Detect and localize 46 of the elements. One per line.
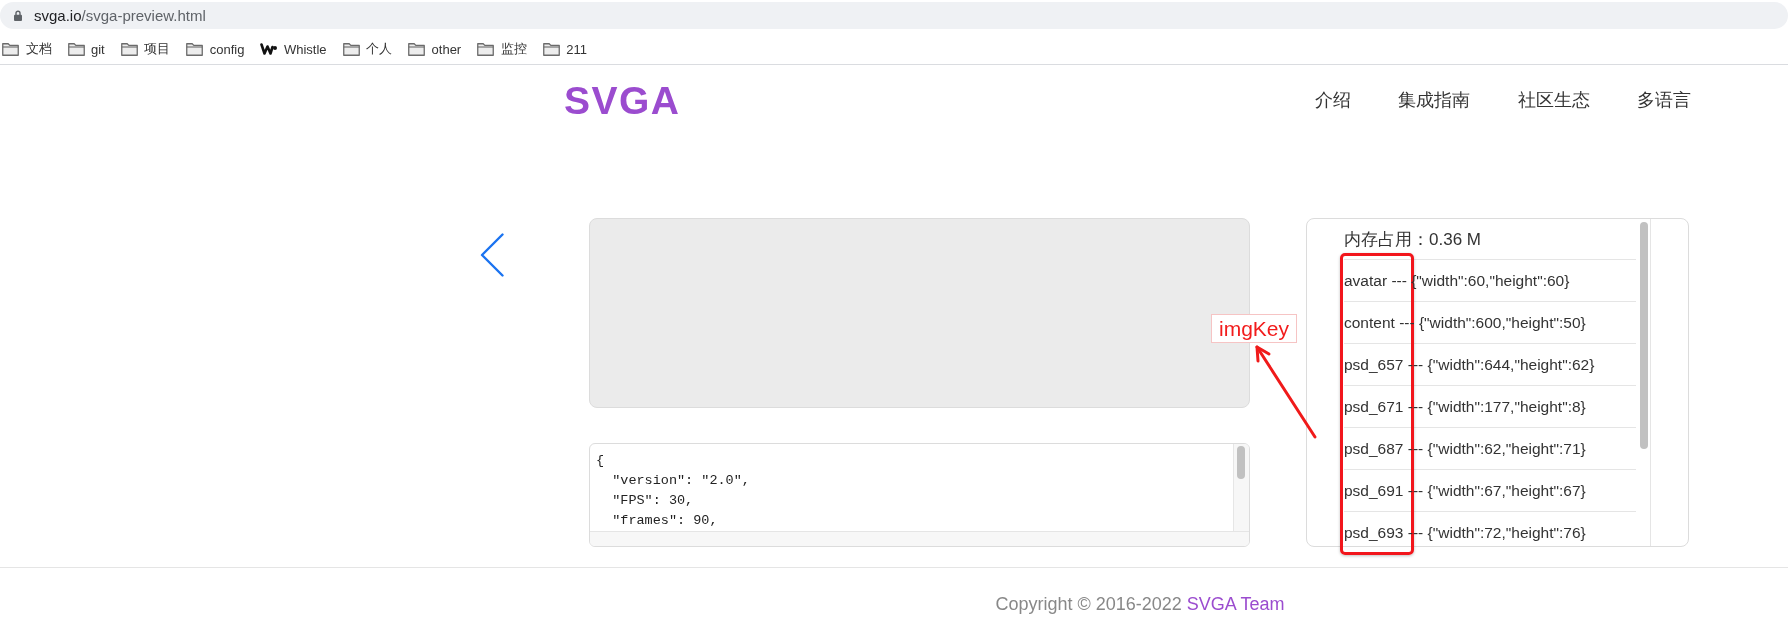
memory-usage-text: 内存占用：0.36 M [1344,228,1481,251]
bookmark-item[interactable]: other [408,41,462,57]
nav-link[interactable]: 社区生态 [1517,88,1590,112]
folder-icon [120,42,138,56]
svga-logo[interactable]: SVGA [564,80,681,120]
code-line: "version": "2.0", [611,472,750,490]
folder-icon [67,42,85,56]
bookmark-item[interactable]: 项目 [120,40,171,58]
bookmark-item[interactable]: 文档 [2,40,52,58]
url-text: svga.io/svga-preview.html [34,7,206,24]
folder-icon [477,42,495,56]
image-size-text: psd_693 --- {"width":72,"height":76} [1344,523,1586,542]
scrollbar-thumb[interactable] [1237,446,1245,479]
json-text-area[interactable]: { "version": "2.0", "FPS": 30, "frames": 90, [589,443,1250,547]
copyright-text: Copyright © 2016-2022 SVGA Team [995,594,1285,614]
code-line: "frames": 90, [611,512,718,530]
bookmark-item[interactable]: git [67,41,105,57]
code-line: "FPS": 30, [611,492,694,510]
scrollbar-track[interactable] [1233,444,1249,531]
chevron-left-icon[interactable] [480,233,504,277]
scrollbar-thumb[interactable] [1640,222,1648,449]
annotation-label: imgKey [1211,314,1298,343]
bookmark-item[interactable]: config [186,41,245,57]
nav-link[interactable]: 介绍 [1315,88,1352,112]
bookmark-item[interactable]: 个人 [342,40,393,58]
image-size-text: content --- {"width":600,"height":50} [1344,313,1586,332]
folder-icon [542,42,560,56]
bookmark-item[interactable]: Whistle [260,41,327,57]
image-size-text: psd_657 --- {"width":644,"height":62} [1344,355,1595,374]
bookmark-item[interactable]: 监控 [477,40,527,58]
folder-icon [342,42,360,56]
image-size-text: psd_691 --- {"width":67,"height":67} [1344,481,1586,500]
folder-icon [408,42,426,56]
scrollbar-track[interactable] [590,531,1249,546]
image-size-text: psd_687 --- {"width":62,"height":71} [1344,439,1586,458]
address-bar[interactable]: svga.io/svga-preview.html [0,2,1788,29]
code-line: { [596,452,605,470]
nav-link[interactable]: 多语言 [1637,88,1691,112]
image-size-text: psd_671 --- {"width":177,"height":8} [1344,397,1586,416]
lock-icon [14,10,22,21]
folder-icon [2,42,19,56]
folder-icon [186,42,204,56]
nav-link[interactable]: 集成指南 [1398,88,1471,112]
bookmark-item[interactable]: 211 [542,41,587,57]
team-link[interactable]: SVGA Team [1186,594,1285,614]
site-logo-icon [260,43,278,55]
